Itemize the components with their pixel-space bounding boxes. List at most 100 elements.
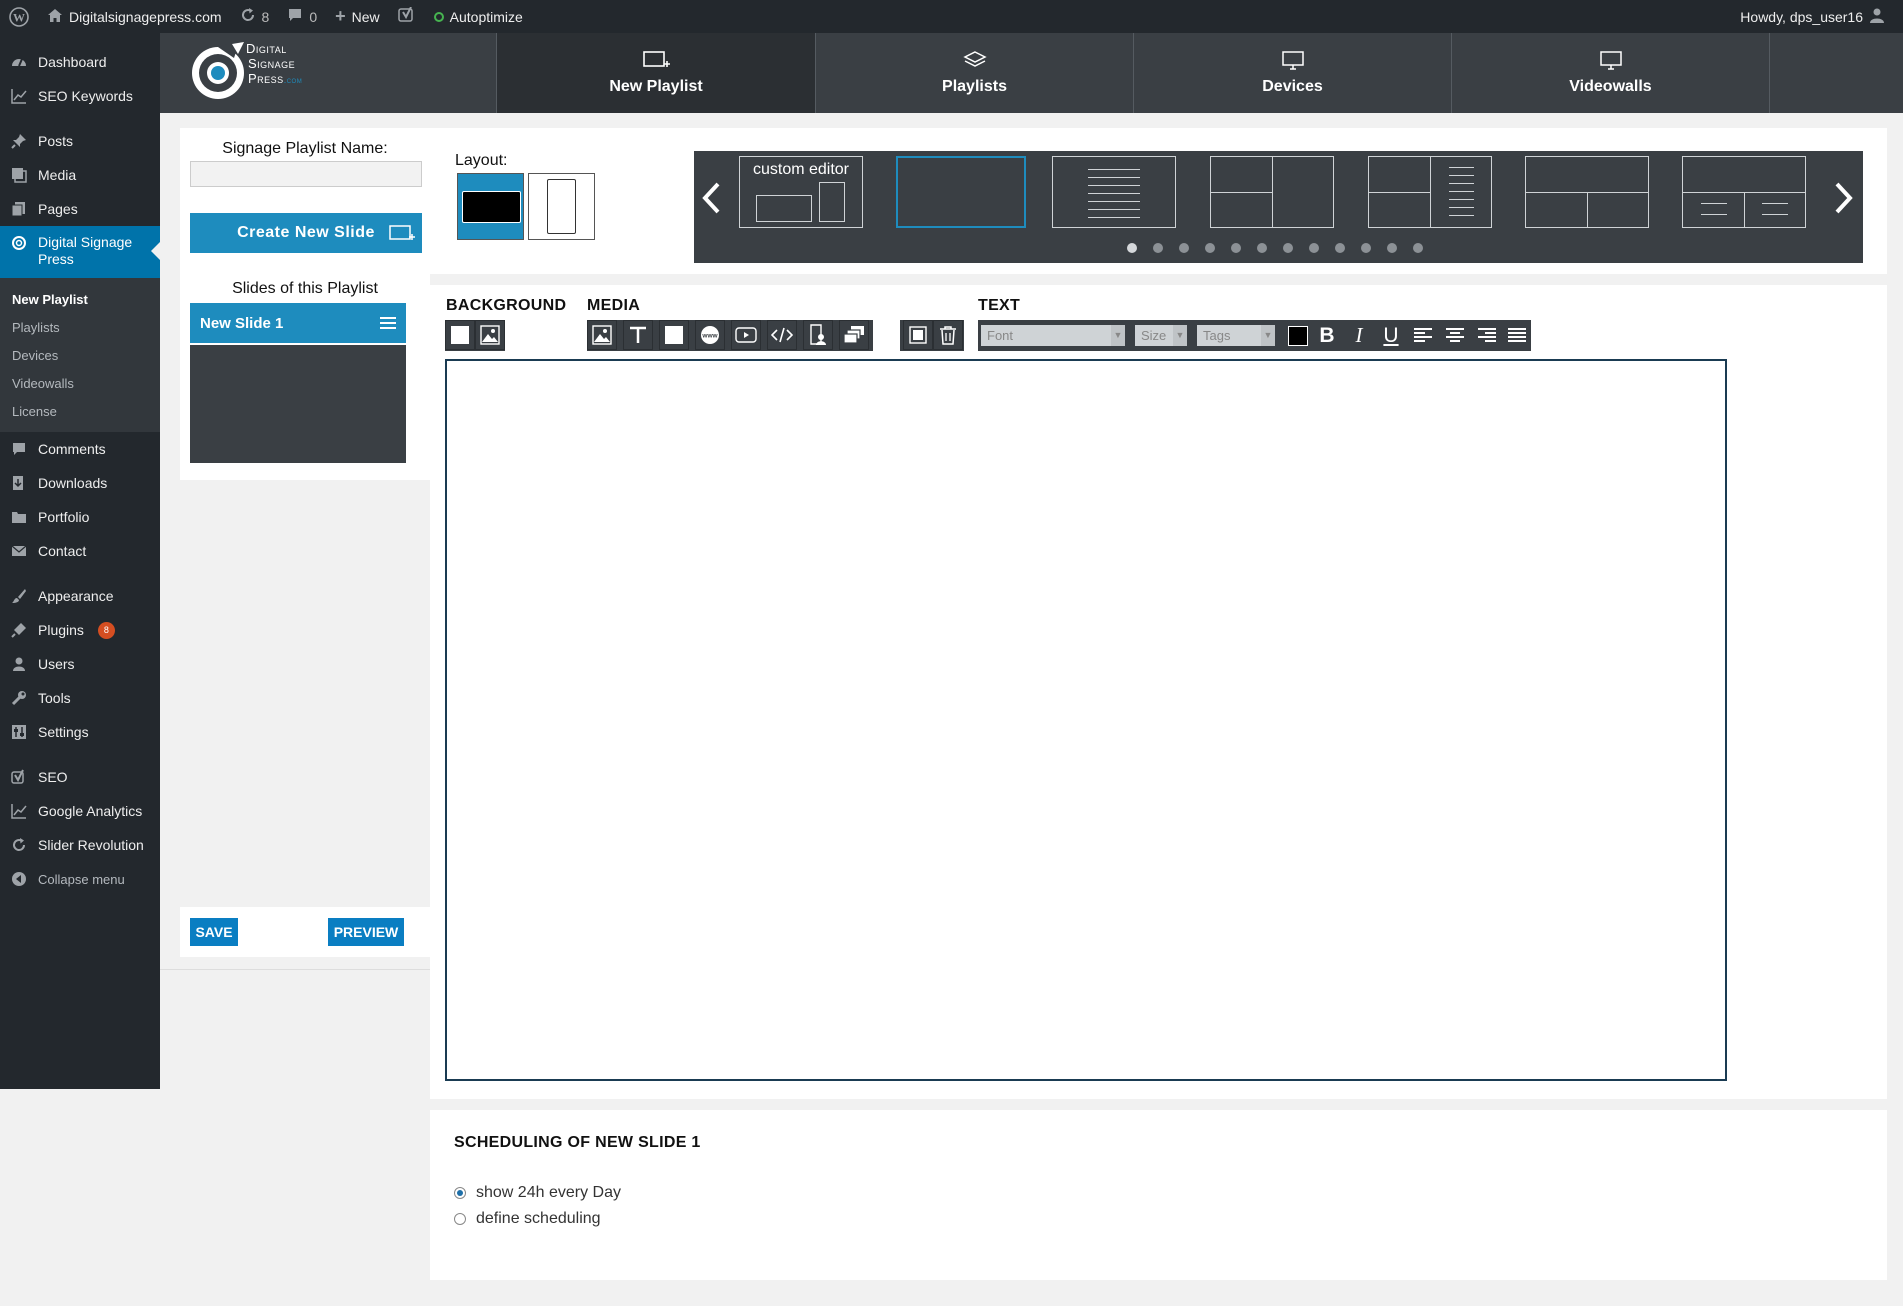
carousel-dot[interactable]	[1335, 243, 1345, 253]
submenu-license[interactable]: License	[0, 398, 160, 426]
template-custom-editor[interactable]: custom editor	[739, 156, 863, 228]
add-rss-button[interactable]	[803, 320, 833, 350]
menu-media[interactable]: Media	[0, 158, 160, 192]
add-shape-button[interactable]	[659, 320, 689, 350]
portrait-screen-icon	[547, 179, 576, 234]
tab-new-playlist[interactable]: New Playlist	[496, 33, 815, 113]
carousel-dot[interactable]	[1387, 243, 1397, 253]
carousel-prev-arrow-icon[interactable]	[700, 181, 722, 220]
carousel-dot[interactable]	[1283, 243, 1293, 253]
submenu-new-playlist[interactable]: New Playlist	[0, 286, 160, 314]
menu-plugins[interactable]: Plugins 8	[0, 613, 160, 647]
new-content-link[interactable]: + New	[326, 0, 389, 33]
add-video-button[interactable]	[731, 320, 761, 350]
updates-link[interactable]: 8	[231, 0, 279, 33]
align-justify-button[interactable]	[1504, 322, 1530, 349]
background-image-button[interactable]	[475, 320, 505, 350]
menu-dashboard[interactable]: Dashboard	[0, 45, 160, 79]
tab-devices[interactable]: Devices	[1133, 33, 1451, 113]
submenu-playlists[interactable]: Playlists	[0, 314, 160, 342]
autoptimize-link[interactable]: Autoptimize	[425, 0, 532, 33]
add-html-code-button[interactable]	[767, 320, 797, 350]
menu-comments[interactable]: Comments	[0, 432, 160, 466]
carousel-dot[interactable]	[1361, 243, 1371, 253]
dsp-logo[interactable]: Digital Signage Press.com	[188, 36, 338, 106]
menu-downloads[interactable]: Downloads	[0, 466, 160, 500]
carousel-dot[interactable]	[1127, 243, 1137, 253]
menu-settings[interactable]: Settings	[0, 715, 160, 749]
comments-link[interactable]: 0	[278, 0, 326, 33]
carousel-dot[interactable]	[1231, 243, 1241, 253]
submenu-devices[interactable]: Devices	[0, 342, 160, 370]
radio-button[interactable]	[454, 1213, 466, 1225]
background-color-button[interactable]	[445, 320, 475, 350]
carousel-next-arrow-icon[interactable]	[1833, 181, 1855, 220]
template-split-text[interactable]	[1368, 156, 1492, 228]
slide-thumbnail[interactable]	[190, 345, 406, 463]
template-text-list[interactable]	[1052, 156, 1176, 228]
schedule-option-24h[interactable]: show 24h every Day	[454, 1184, 621, 1202]
tags-select[interactable]: Tags ▼	[1197, 325, 1275, 346]
tab-label: Devices	[1262, 78, 1323, 95]
underline-button[interactable]: U	[1378, 322, 1404, 349]
menu-google-analytics[interactable]: Google Analytics	[0, 794, 160, 828]
schedule-option-define[interactable]: define scheduling	[454, 1210, 601, 1228]
menu-seo-keywords[interactable]: SEO Keywords	[0, 79, 160, 113]
menu-posts[interactable]: Posts	[0, 124, 160, 158]
menu-pages[interactable]: Pages	[0, 192, 160, 226]
hamburger-menu-icon[interactable]	[380, 317, 396, 329]
menu-digital-signage-press[interactable]: Digital Signage Press	[0, 226, 160, 278]
add-text-button[interactable]	[623, 320, 653, 350]
template-three-split[interactable]	[1210, 156, 1334, 228]
add-layer-button[interactable]	[839, 320, 869, 350]
carousel-dot[interactable]	[1257, 243, 1267, 253]
align-center-button[interactable]	[1442, 322, 1468, 349]
bold-button[interactable]: B	[1314, 322, 1340, 349]
add-image-button[interactable]	[587, 320, 617, 350]
tab-videowalls[interactable]: Videowalls	[1451, 33, 1770, 113]
align-left-button[interactable]	[1410, 322, 1436, 349]
collapse-label: Collapse menu	[38, 871, 125, 887]
text-color-swatch[interactable]	[1288, 326, 1308, 346]
menu-tools[interactable]: Tools	[0, 681, 160, 715]
menu-slider-revolution[interactable]: Slider Revolution	[0, 828, 160, 862]
align-right-button[interactable]	[1474, 322, 1500, 349]
slide-item[interactable]: New Slide 1	[190, 303, 406, 343]
carousel-dot[interactable]	[1179, 243, 1189, 253]
collapse-menu-button[interactable]: Collapse menu	[0, 862, 160, 896]
yoast-link[interactable]	[389, 0, 425, 33]
add-website-button[interactable]: www	[695, 320, 725, 350]
size-select[interactable]: Size ▼	[1135, 325, 1187, 346]
save-button[interactable]: SAVE	[190, 918, 238, 946]
font-select[interactable]: Font ▼	[981, 325, 1125, 346]
template-top-bottom-text[interactable]	[1682, 156, 1806, 228]
preview-button[interactable]: PREVIEW	[328, 918, 404, 946]
carousel-dot[interactable]	[1205, 243, 1215, 253]
italic-button[interactable]: I	[1346, 322, 1372, 349]
playlist-name-input[interactable]	[190, 161, 422, 187]
create-new-slide-button[interactable]: Create New Slide	[190, 213, 422, 253]
tab-playlists[interactable]: Playlists	[815, 33, 1133, 113]
template-fullscreen[interactable]	[896, 156, 1026, 228]
carousel-dot[interactable]	[1309, 243, 1319, 253]
template-top-bottom-split[interactable]	[1525, 156, 1649, 228]
slide-canvas[interactable]	[445, 359, 1727, 1081]
menu-users[interactable]: Users	[0, 647, 160, 681]
carousel-dot[interactable]	[1153, 243, 1163, 253]
wordpress-logo[interactable]: W	[0, 0, 38, 33]
delete-element-button[interactable]	[933, 320, 963, 350]
site-name-link[interactable]: Digitalsignagepress.com	[38, 0, 231, 33]
text-toolbar: Font ▼ Size ▼ Tags ▼ B I U	[978, 320, 1531, 351]
menu-seo[interactable]: SEO	[0, 760, 160, 794]
layout-portrait-option[interactable]	[528, 173, 595, 240]
my-account-link[interactable]: Howdy, dps_user16	[1731, 0, 1903, 33]
fit-to-screen-button[interactable]	[903, 320, 933, 350]
menu-contact[interactable]: Contact	[0, 534, 160, 568]
carousel-dot[interactable]	[1413, 243, 1423, 253]
menu-portfolio[interactable]: Portfolio	[0, 500, 160, 534]
radio-button-selected[interactable]	[454, 1187, 466, 1199]
submenu-videowalls[interactable]: Videowalls	[0, 370, 160, 398]
menu-appearance[interactable]: Appearance	[0, 579, 160, 613]
scheduling-title: SCHEDULING OF NEW SLIDE 1	[454, 1134, 701, 1151]
layout-landscape-option[interactable]	[457, 173, 524, 240]
